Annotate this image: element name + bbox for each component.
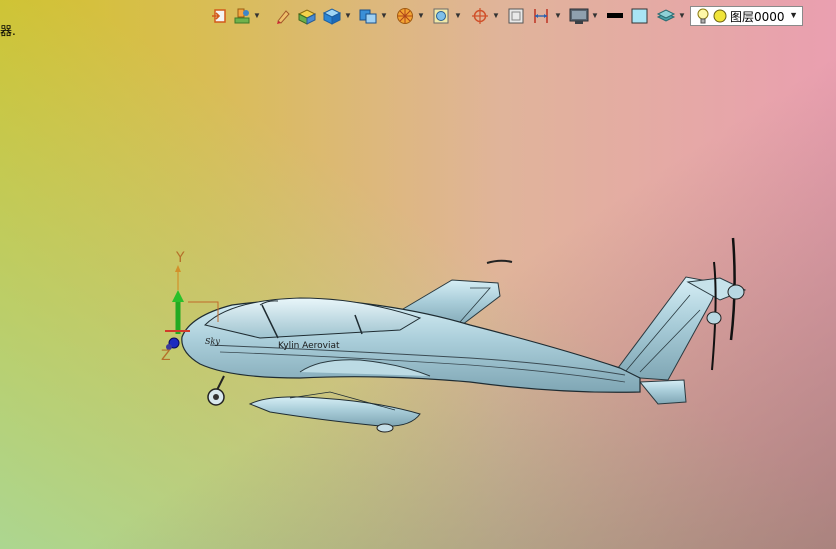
lower-pod	[248, 391, 421, 433]
tail-fin	[611, 276, 747, 381]
fuselage-text: Kylin Aeroviat	[278, 341, 340, 351]
top-rotor	[486, 259, 513, 264]
horizontal-stabilizer	[638, 379, 687, 405]
y-axis-label: Y	[175, 250, 185, 266]
z-axis-label: Z	[161, 348, 171, 364]
model-scene: Kylin Aeroviat Sky Y Z	[161, 237, 747, 433]
3d-viewport[interactable]: 器. ▼ ▼ ▼ ▼ ▼ ▼ ▼ ▼ ▼ 图层0000 ▼ Kylin Aero…	[0, 0, 836, 549]
nose-gear	[207, 375, 225, 406]
propeller-upper	[706, 237, 745, 371]
nose-text: Sky	[205, 337, 220, 346]
